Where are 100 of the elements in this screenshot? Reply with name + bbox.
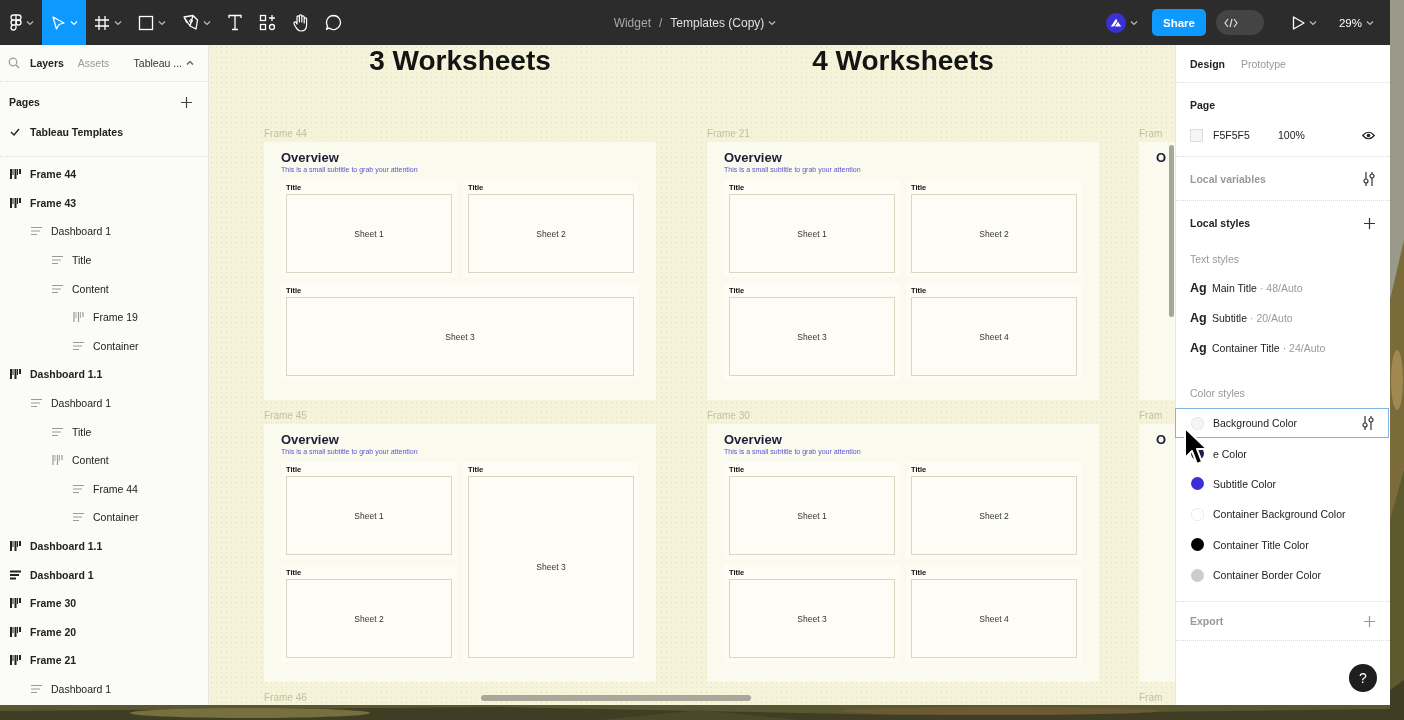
type-sample: Ag [1190, 281, 1206, 295]
caret-icon [26, 18, 34, 27]
components-icon [259, 14, 276, 31]
subsection-heading: Color styles [1190, 386, 1246, 401]
layer-item[interactable]: Title [0, 245, 208, 275]
layer-item[interactable]: Dashboard 1 [0, 560, 208, 589]
layer-item[interactable]: Dashboard 1 [0, 217, 208, 246]
sheet-placeholder: Sheet 3 [286, 297, 634, 376]
layer-item[interactable]: Frame 20 [0, 617, 208, 647]
text-style-item[interactable]: Ag Container Title · 24/Auto [1190, 333, 1375, 363]
layer-item[interactable]: Container [0, 503, 208, 532]
pen-icon [182, 14, 199, 31]
caret-icon [1308, 18, 1317, 27]
style-name: Background Color [1213, 417, 1298, 430]
text-style-item[interactable]: Ag Main Title · 48/Auto [1190, 273, 1375, 303]
color-style-item[interactable]: Container Background Color [1175, 499, 1389, 530]
zoom-menu[interactable]: 29% [1330, 16, 1382, 29]
sheet-placeholder: Sheet 2 [911, 194, 1077, 273]
type-sample: Ag [1190, 311, 1206, 325]
color-style-item[interactable]: Container Title Color [1175, 529, 1389, 560]
project-name[interactable]: Widget [613, 15, 651, 30]
opacity-value[interactable]: 100% [1278, 129, 1305, 141]
caret-icon [158, 18, 166, 27]
color-style-item[interactable]: Subtitle Color [1175, 468, 1389, 500]
section-heading: 4 Worksheets [811, 45, 995, 77]
style-spec: · 20/Auto [1250, 312, 1293, 324]
layer-item[interactable]: Frame 43 [0, 188, 208, 218]
frame-card[interactable]: O [1139, 424, 1175, 682]
layer-item[interactable]: Frame 19 [0, 302, 208, 332]
file-name-button[interactable]: Templates (Copy) [670, 15, 777, 30]
page-item[interactable]: Tableau Templates [0, 120, 208, 144]
plus-icon[interactable] [181, 96, 192, 108]
sheet-placeholder: Sheet 1 [286, 194, 452, 273]
hash-icon [94, 14, 110, 31]
search-icon[interactable] [8, 57, 20, 69]
caret-icon [114, 18, 122, 27]
color-style-item[interactable]: Container Border Color [1175, 559, 1389, 591]
auto-layout-rows-icon [73, 340, 84, 351]
cursor-icon [50, 14, 66, 31]
auto-layout-rows-icon [73, 512, 84, 523]
auto-layout-columns-icon [10, 197, 21, 208]
caret-icon [186, 59, 194, 67]
sliders-icon[interactable] [1363, 171, 1375, 186]
section-heading: Pages [9, 96, 40, 108]
breadcrumb-separator: / [659, 15, 663, 30]
caret-icon [203, 18, 211, 27]
subsection-heading: Text styles [1190, 252, 1240, 267]
panel-tab[interactable]: Design [1184, 55, 1231, 72]
sheet-placeholder: Sheet 1 [286, 476, 452, 555]
caret-icon [70, 18, 78, 27]
frame-title: Overview [724, 150, 783, 165]
scrollbar[interactable] [481, 695, 751, 701]
layer-item[interactable]: Dashboard 1.1 [0, 360, 208, 389]
dev-mode-toggle[interactable] [1215, 10, 1264, 35]
auto-layout-columns-icon [10, 541, 21, 551]
layer-item[interactable]: Container [0, 331, 208, 361]
check-icon [10, 128, 20, 136]
color-swatch[interactable] [1190, 128, 1203, 142]
sheet-placeholder: Sheet 2 [911, 476, 1077, 555]
layer-item[interactable]: Dashboard 1.1 [0, 531, 208, 561]
code-icon [1223, 17, 1238, 28]
frame-title: Overview [281, 432, 340, 447]
avatar-icon [1106, 12, 1126, 33]
style-name: Main Title [1212, 282, 1257, 294]
auto-layout-columns-icon [73, 312, 84, 323]
frame-title: O [1156, 432, 1168, 447]
sheet-placeholder: Sheet 3 [729, 297, 895, 376]
auto-layout-rows-icon [52, 426, 63, 437]
scrollbar[interactable] [1169, 145, 1174, 317]
text-style-item[interactable]: Ag Subtitle · 20/Auto [1190, 303, 1375, 333]
section-heading: Local styles [1190, 217, 1251, 229]
help-button[interactable]: ? [1349, 664, 1377, 692]
sliders-icon[interactable] [1362, 416, 1374, 431]
plus-icon[interactable] [1364, 217, 1375, 229]
layer-item[interactable]: Frame 30 [0, 588, 208, 618]
hand-icon [292, 13, 309, 32]
auto-layout-columns-icon [10, 655, 21, 666]
auto-layout-rows-icon [52, 255, 63, 266]
auto-layout-rows-icon [10, 569, 21, 580]
square-icon [138, 14, 154, 31]
section-heading: 3 Worksheets [368, 45, 552, 77]
layer-item[interactable]: Title [0, 417, 208, 446]
frame-title: Overview [724, 432, 783, 447]
auto-layout-rows-icon [31, 398, 42, 409]
panel-tab[interactable]: Layers [26, 55, 68, 71]
color-value[interactable]: F5F5F5 [1213, 129, 1268, 141]
page-menu[interactable]: Tableau ... [133, 57, 200, 69]
eye-icon[interactable] [1362, 130, 1375, 140]
auto-layout-rows-icon [73, 483, 84, 494]
layer-item[interactable]: Content [0, 445, 208, 475]
layer-item[interactable]: Frame 44 [0, 474, 208, 504]
caret-icon [1366, 18, 1374, 27]
layer-item[interactable]: Dashboard 1 [0, 674, 208, 704]
layer-item[interactable]: Dashboard 1 [0, 388, 208, 418]
layer-item[interactable]: Frame 21 [0, 646, 208, 675]
layer-item[interactable]: Frame 44 [0, 160, 208, 189]
frame-title: O [1156, 150, 1168, 165]
style-name: Subtitle Color [1213, 477, 1277, 490]
layer-item[interactable]: Content [0, 274, 208, 303]
auto-layout-columns-icon [10, 369, 21, 380]
